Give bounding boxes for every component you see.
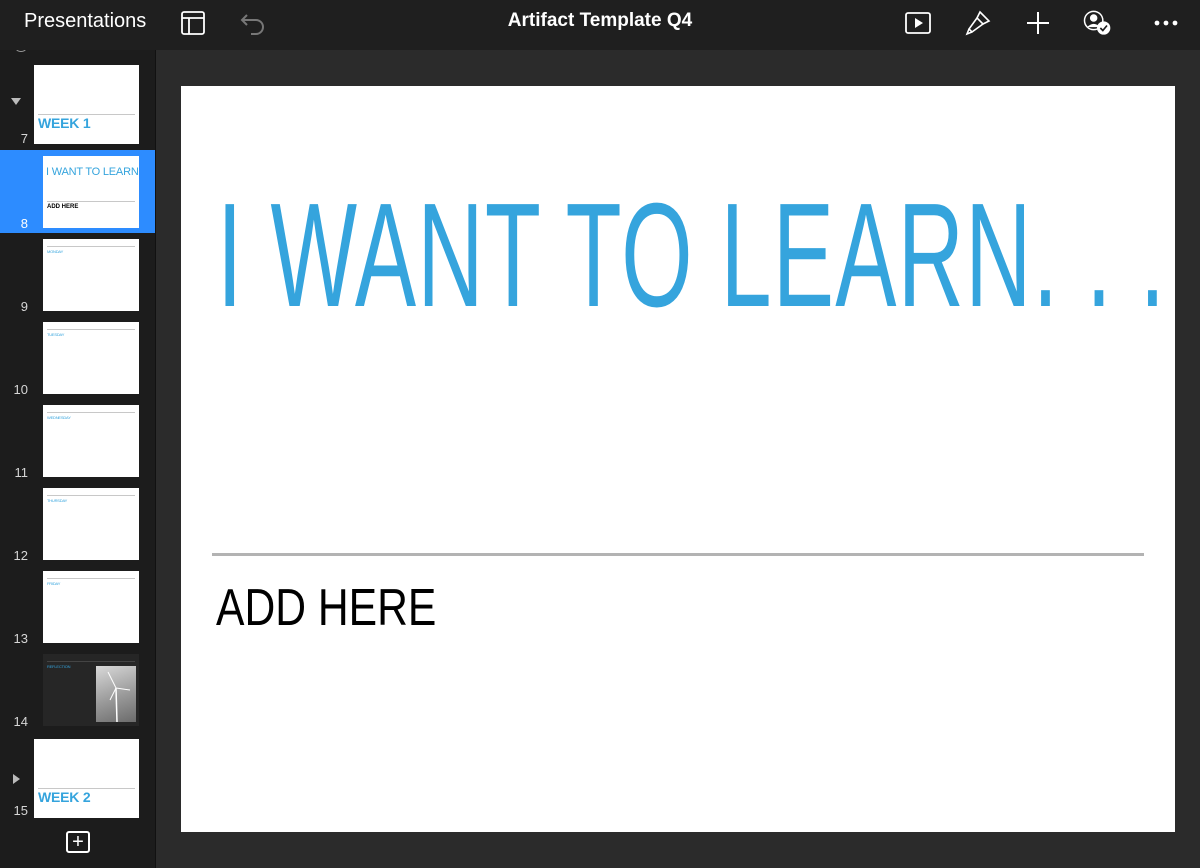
slide-number: 14	[13, 714, 28, 729]
slide-number: 12	[13, 548, 28, 563]
plus-icon: +	[72, 831, 84, 853]
format-brush-icon[interactable]	[963, 8, 993, 38]
slide-number: 15	[13, 803, 28, 818]
slide-preview: WEDNESDAY	[43, 405, 139, 477]
presentations-back-button[interactable]: Presentations	[24, 10, 146, 33]
slide-number: 11	[14, 465, 29, 480]
thumb-title: WEEK 1	[38, 115, 91, 131]
slide-preview: MONDAY	[43, 239, 139, 311]
undo-icon[interactable]	[238, 8, 268, 38]
current-slide[interactable]: I WANT TO LEARN. . . ADD HERE	[181, 86, 1175, 832]
slide-number: 9	[20, 299, 28, 314]
slide-thumbnail-11[interactable]: WEDNESDAY 11	[0, 399, 155, 482]
slide-thumbnail-8[interactable]: I WANT TO LEARN. . . ADD HERE 8	[0, 150, 155, 233]
slide-thumbnail-14[interactable]: REFLECTION 14	[0, 648, 155, 731]
slide-preview: I WANT TO LEARN. . . ADD HERE	[43, 156, 139, 228]
slide-thumbnail-10[interactable]: TUESDAY 10	[0, 316, 155, 399]
thumb-subtitle: ADD HERE	[47, 204, 79, 210]
slide-preview: FRIDAY	[43, 571, 139, 643]
slide-thumbnail-9[interactable]: MONDAY 9	[0, 233, 155, 316]
thumb-title: FRIDAY	[47, 581, 61, 586]
slide-preview: THURSDAY	[43, 488, 139, 560]
sidebar-layout-icon[interactable]	[178, 8, 208, 38]
thumb-title: WEEK 2	[38, 789, 91, 805]
slide-canvas[interactable]: I WANT TO LEARN. . . ADD HERE	[157, 50, 1200, 868]
play-icon[interactable]	[903, 8, 933, 38]
collaborate-icon[interactable]	[1082, 8, 1112, 38]
slide-number: 13	[13, 631, 28, 646]
slide-body-text[interactable]: ADD HERE	[216, 578, 436, 638]
slide-title-text[interactable]: I WANT TO LEARN. . .	[217, 182, 1165, 330]
expand-chevron-icon[interactable]	[13, 774, 20, 784]
thumb-title: WEDNESDAY	[47, 415, 71, 420]
slide-thumbnail-12[interactable]: THURSDAY 12	[0, 482, 155, 565]
slide-number: 7	[20, 131, 28, 146]
thumb-title: MONDAY	[47, 249, 64, 254]
slide-preview: WEEK 2	[34, 739, 139, 818]
slide-thumbnail-13[interactable]: FRIDAY 13	[0, 565, 155, 648]
wind-turbine-photo	[96, 666, 136, 723]
thumb-title: TUESDAY	[47, 332, 65, 337]
slide-navigator[interactable]: WEEK 1 7 I WANT TO LEARN. . . ADD HERE 8…	[0, 50, 156, 868]
collapse-chevron-icon[interactable]	[11, 98, 21, 105]
slide-preview: WEEK 1	[34, 65, 139, 144]
slide-preview: REFLECTION	[43, 654, 139, 726]
slide-number: 10	[13, 382, 28, 397]
thumb-title: THURSDAY	[47, 498, 68, 503]
thumb-title: REFLECTION	[47, 664, 71, 669]
slide-thumbnail-7[interactable]: WEEK 1 7	[0, 50, 155, 150]
slide-number: 8	[20, 216, 28, 231]
add-icon[interactable]	[1023, 8, 1053, 38]
slide-thumbnail-15[interactable]: WEEK 2 15	[0, 731, 155, 831]
divider-line	[212, 553, 1144, 556]
more-icon[interactable]	[1151, 8, 1181, 38]
thumb-title: I WANT TO LEARN. . .	[46, 166, 139, 178]
add-slide-button[interactable]: +	[66, 831, 90, 853]
slide-preview: TUESDAY	[43, 322, 139, 394]
toolbar: Presentations Artifact Template Q4	[0, 0, 1200, 50]
